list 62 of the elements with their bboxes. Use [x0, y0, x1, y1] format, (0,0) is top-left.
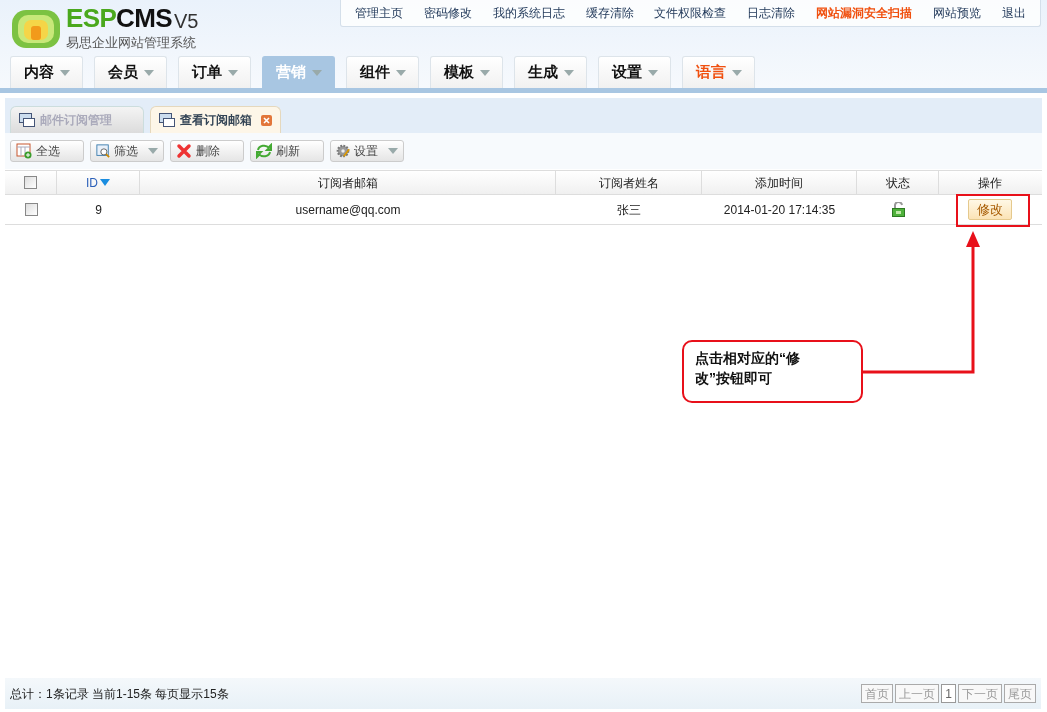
- unlocked-padlock-icon[interactable]: [891, 202, 905, 217]
- logo-brand: ESPCMS: [66, 5, 172, 31]
- settings-icon: [336, 143, 350, 159]
- caret-icon: [59, 69, 70, 76]
- toolbar-button[interactable]: 删除: [170, 140, 244, 162]
- close-icon[interactable]: [261, 114, 272, 126]
- page-tab[interactable]: 查看订阅邮箱: [150, 106, 281, 133]
- nav-tab[interactable]: 组件: [346, 56, 419, 88]
- search-icon: [96, 143, 110, 159]
- top-link[interactable]: 文件权限检查: [654, 4, 727, 22]
- caret-icon: [388, 148, 398, 154]
- caret-icon: [143, 69, 154, 76]
- caret-icon: [227, 69, 238, 76]
- caret-icon: [311, 69, 322, 76]
- top-link[interactable]: 日志清除: [747, 4, 796, 22]
- delete-icon: [176, 143, 192, 159]
- nav-tab[interactable]: 内容: [10, 56, 83, 88]
- nav-tab[interactable]: 会员: [94, 56, 167, 88]
- checkbox[interactable]: [24, 176, 37, 189]
- toolbar-button[interactable]: 刷新: [250, 140, 324, 162]
- edit-button[interactable]: 修改: [968, 199, 1012, 220]
- caret-icon: [563, 69, 574, 76]
- nav-tab[interactable]: 模板: [430, 56, 503, 88]
- toolbar-button[interactable]: 设置: [330, 140, 404, 162]
- table-cell-text: 2014-01-20 17:14:35: [722, 201, 837, 219]
- caret-icon: [647, 69, 658, 76]
- column-header[interactable]: 添加时间: [702, 171, 857, 194]
- record-summary: 总计：1条记录 当前1-15条 每页显示15条: [10, 685, 229, 703]
- top-link[interactable]: 缓存清除: [585, 4, 634, 22]
- logo-version: V5: [173, 11, 199, 31]
- toolbar-button[interactable]: 全选: [10, 140, 84, 162]
- top-link[interactable]: 管理主页: [355, 4, 404, 22]
- top-link[interactable]: 网站预览: [932, 4, 981, 22]
- caret-icon: [731, 69, 742, 76]
- caret-icon: [148, 148, 158, 154]
- column-header[interactable]: 操作: [939, 171, 1041, 194]
- table-add-icon: [16, 143, 32, 159]
- column-header[interactable]: 状态: [857, 171, 939, 194]
- top-link[interactable]: 网站漏洞安全扫描: [815, 4, 912, 22]
- top-link[interactable]: 退出: [1001, 4, 1026, 22]
- window-icon: [159, 113, 175, 127]
- logo-subtitle: 易思企业网站管理系统: [66, 34, 197, 52]
- table-cell-text: username@qq.com: [294, 201, 402, 219]
- column-header[interactable]: 订阅者邮箱: [140, 171, 556, 194]
- column-header[interactable]: ID: [57, 171, 140, 194]
- refresh-icon: [256, 143, 272, 159]
- column-header[interactable]: 订阅者姓名: [556, 171, 702, 194]
- top-link[interactable]: 密码修改: [424, 4, 473, 22]
- table-cell-text: 张三: [616, 201, 642, 219]
- nav-tab[interactable]: 生成: [514, 56, 587, 88]
- nav-tab[interactable]: 设置: [598, 56, 671, 88]
- callout-bubble: 点击相对应的“修改”按钮即可: [682, 340, 863, 403]
- toolbar-button[interactable]: 筛选: [90, 140, 164, 162]
- pagination-link[interactable]: 1: [941, 684, 956, 703]
- caret-icon: [395, 69, 406, 76]
- top-link[interactable]: 我的系统日志: [492, 4, 565, 22]
- window-icon: [19, 113, 35, 127]
- table-cell-text: 9: [94, 201, 103, 219]
- checkbox[interactable]: [24, 203, 38, 216]
- logo-icon: [10, 7, 62, 50]
- nav-tab[interactable]: 订单: [178, 56, 251, 88]
- caret-icon: [479, 69, 490, 76]
